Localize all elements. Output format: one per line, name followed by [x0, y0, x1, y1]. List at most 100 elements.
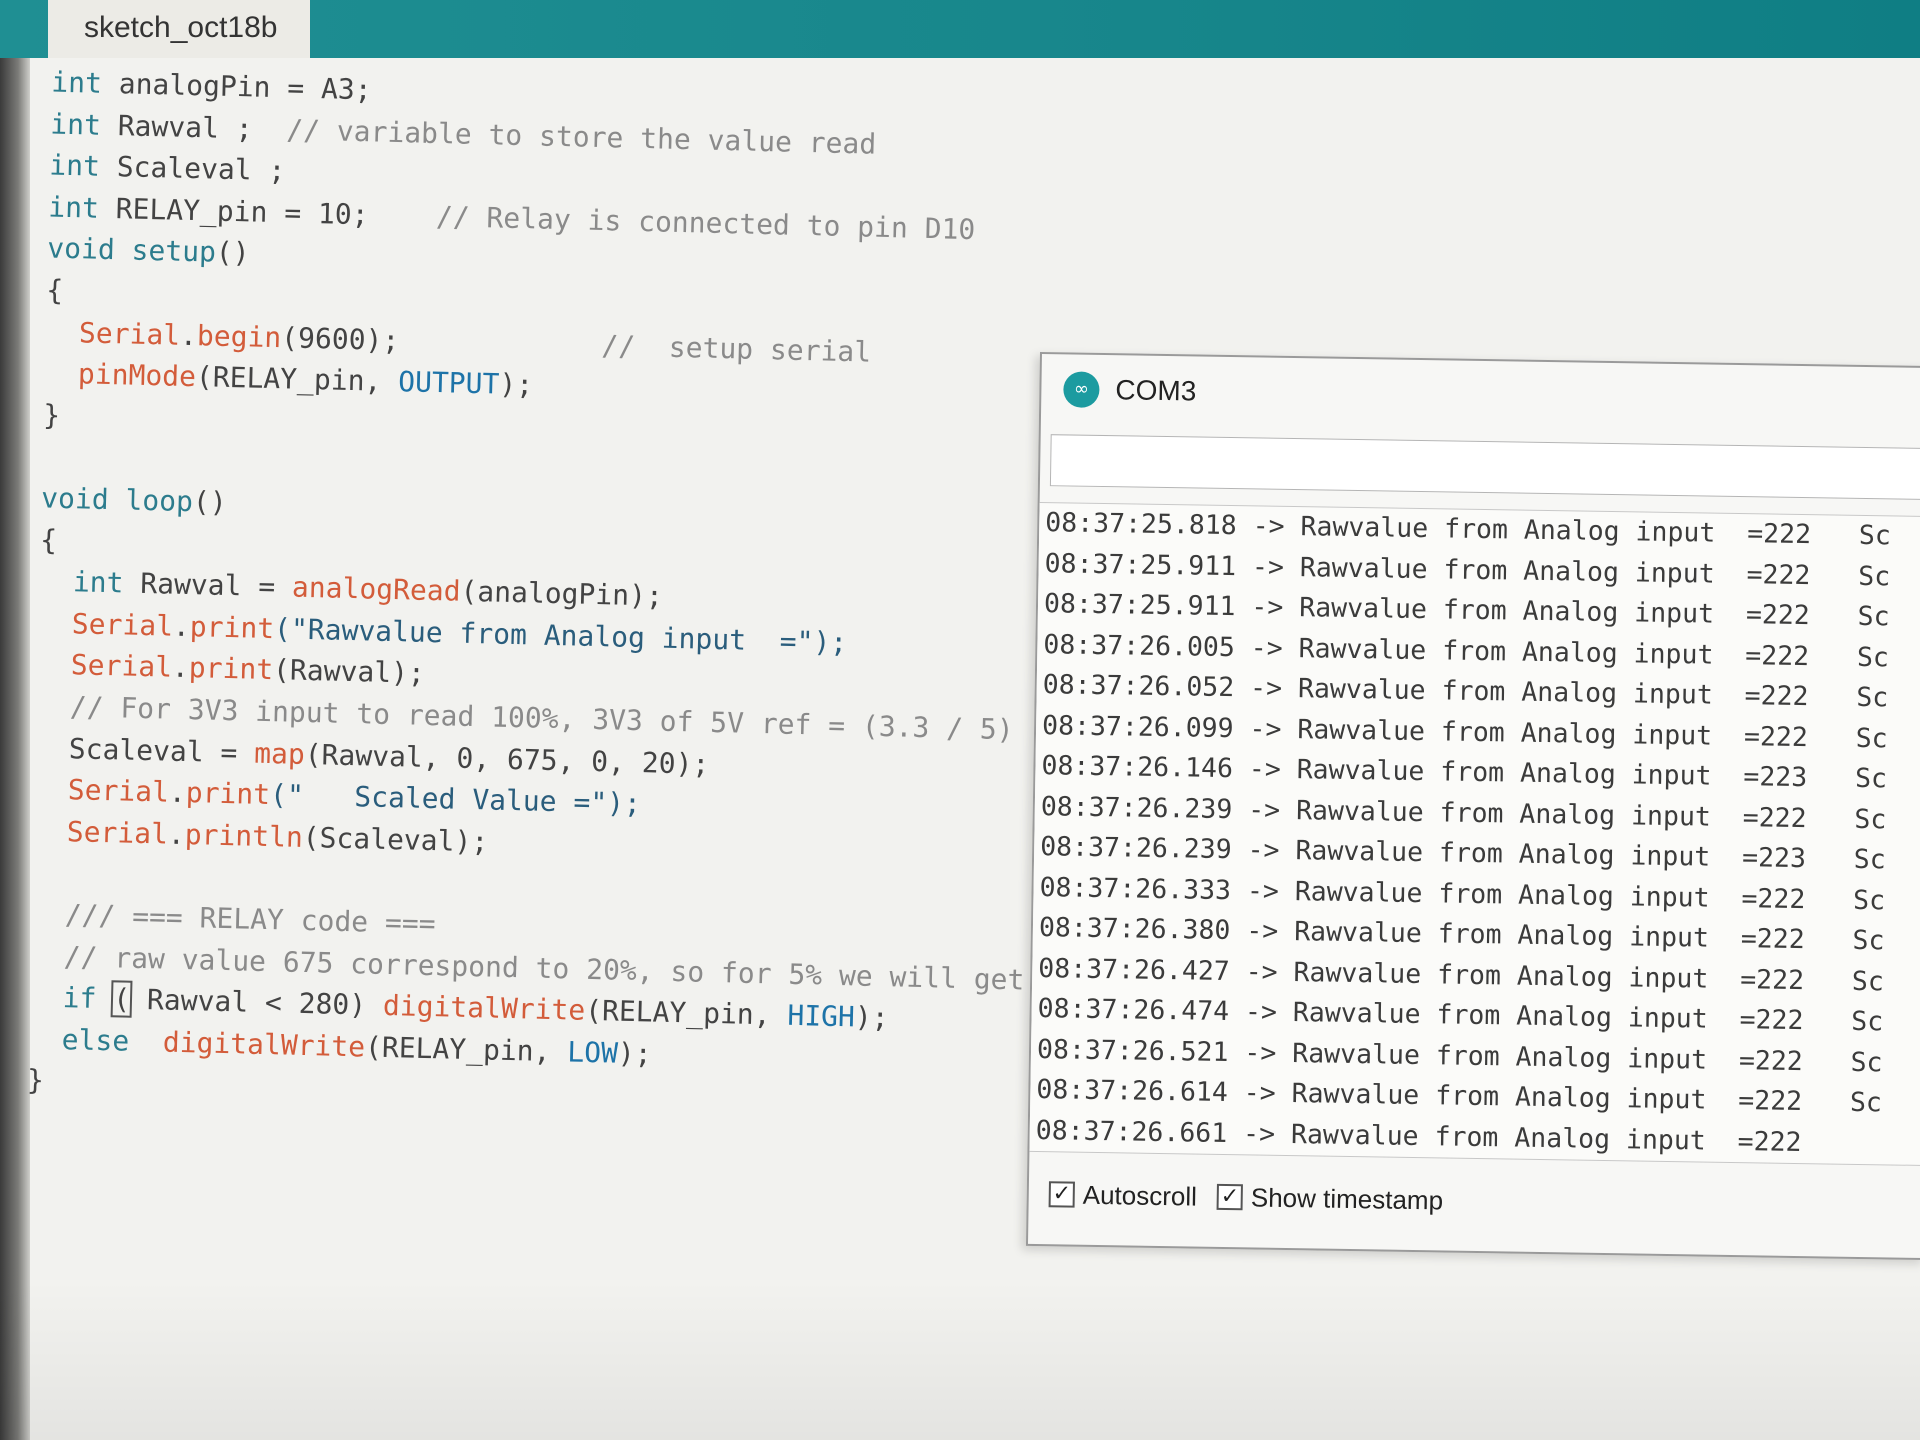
serial-monitor-options: ✓ Autoscroll ✓ Show timestamp [1028, 1164, 1920, 1238]
code-line: } [27, 1061, 45, 1101]
code-token: begin [196, 318, 282, 354]
serial-monitor-window: ∞ COM3 08:37:25.818 -> Rawvalue from Ana… [1025, 352, 1920, 1261]
sketch-tab[interactable]: sketch_oct18b [48, 0, 310, 58]
code-token: print [189, 609, 275, 645]
code-token: OUTPUT [397, 365, 500, 401]
code-token: digitalWrite [162, 1025, 366, 1064]
code-line: int analogPin = A3; [51, 63, 372, 111]
code-token: } [42, 398, 61, 432]
code-token: if [62, 981, 97, 1016]
code-token: else [61, 1022, 130, 1058]
code-token: int [72, 565, 124, 600]
code-token: // Relay is connected to pin D10 [435, 199, 976, 246]
code-token: Serial [70, 648, 173, 685]
code-token: map [253, 736, 306, 771]
code-token: println [184, 817, 304, 854]
code-token: ( [110, 980, 133, 1018]
show-timestamp-label: Show timestamp [1250, 1181, 1444, 1215]
autoscroll-label: Autoscroll [1082, 1179, 1198, 1212]
code-token: analogRead [291, 570, 461, 608]
code-token: void [46, 231, 116, 267]
code-token: print [188, 651, 274, 687]
code-token: (" Scaled Value ="); [269, 778, 642, 821]
code-token: Serial [66, 814, 169, 851]
code-token: ); [498, 367, 534, 402]
code-token: . [172, 609, 191, 643]
serial-monitor-title-bar: ∞ COM3 [1041, 354, 1920, 438]
serial-send-input[interactable] [1049, 434, 1920, 501]
code-token: . [171, 651, 190, 685]
code-token: } [26, 1063, 45, 1098]
code-token: // variable to store the value read [285, 112, 877, 161]
code-line: int Scaleval ; [49, 146, 286, 192]
code-token: (RELAY_pin, [195, 360, 399, 399]
code-token: () [192, 485, 228, 519]
code-token: (RELAY_pin, [584, 994, 788, 1032]
code-token: setup [131, 233, 217, 269]
code-token: loop [125, 483, 194, 519]
code-token: ); [617, 1036, 653, 1071]
code-token: Serial [71, 606, 174, 643]
code-token: (9600); [280, 320, 602, 362]
code-token: Rawval < 280) [129, 982, 384, 1023]
code-token: // setup serial [601, 328, 872, 369]
code-line: { [40, 520, 58, 560]
code-token: ); [854, 1000, 889, 1035]
code-token: (RELAY_pin, [364, 1030, 568, 1069]
arduino-logo-icon: ∞ [1063, 371, 1100, 408]
code-token: HIGH [787, 998, 856, 1034]
autoscroll-checkbox[interactable]: ✓ [1048, 1181, 1075, 1208]
code-token: print [185, 776, 271, 812]
code-token: Serial [67, 773, 170, 809]
port-title: COM3 [1115, 374, 1197, 407]
code-line: void setup() [47, 229, 250, 274]
serial-output-area[interactable]: 08:37:25.818 -> Rawvalue from Analog inp… [1029, 502, 1920, 1167]
code-token: RELAY_pin = 10; [98, 191, 437, 233]
code-line: void loop() [41, 478, 227, 523]
show-timestamp-checkbox[interactable]: ✓ [1216, 1183, 1244, 1211]
code-token: int [47, 190, 100, 225]
code-token: int [48, 148, 101, 183]
editor-left-edge [0, 58, 30, 1440]
code-token: void [40, 481, 110, 517]
code-token: LOW [566, 1035, 619, 1070]
code-token: /// === RELAY code === [64, 898, 436, 941]
code-token: () [215, 235, 251, 270]
code-token: Scaleval ; [99, 149, 286, 188]
code-token: { [45, 273, 64, 307]
code-token: Serial [78, 315, 181, 352]
code-token: (Rawval); [272, 653, 426, 691]
code-token: (Rawval, 0, 675, 0, 20); [304, 737, 710, 781]
code-token: int [51, 65, 103, 100]
code-token: Scaleval = [34, 730, 255, 770]
code-token: int [49, 107, 102, 142]
code-token: digitalWrite [382, 989, 586, 1028]
code-token: Rawval = [123, 566, 293, 604]
code-token: (analogPin); [460, 574, 664, 613]
code-line: { [46, 270, 64, 310]
editor-tab-bar: sketch_oct18b [0, 0, 1920, 58]
code-token: pinMode [77, 357, 197, 394]
code-token: analogPin = A3; [101, 66, 373, 107]
code-token: . [168, 775, 187, 810]
code-token: . [179, 318, 198, 352]
code-token: { [39, 522, 58, 557]
code-line: } [43, 395, 61, 435]
